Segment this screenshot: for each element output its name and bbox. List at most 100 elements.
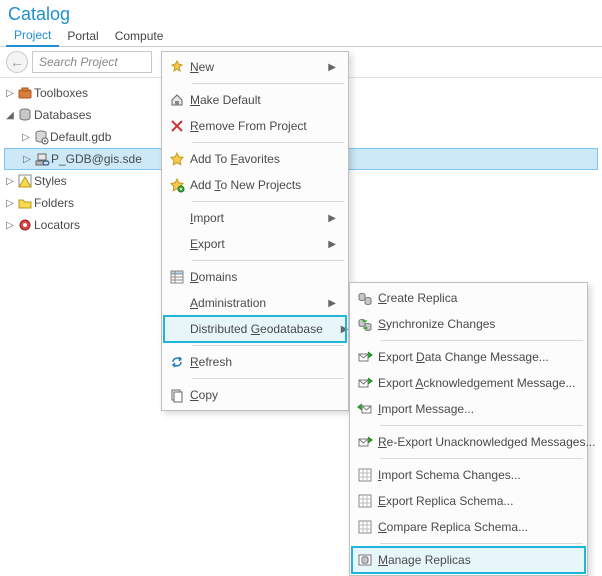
- message-out-icon: [352, 434, 378, 450]
- menu-import-message[interactable]: Import Message...: [352, 396, 585, 422]
- menu-import-schema-changes[interactable]: Import Schema Changes...: [352, 462, 585, 488]
- expand-icon[interactable]: ▷: [4, 198, 16, 209]
- sde-icon: [33, 151, 51, 167]
- menu-label: Export Acknowledgement Message...: [378, 376, 593, 390]
- menu-label: Distributed Geodatabase: [190, 322, 341, 336]
- tree-label: Toolboxes: [34, 86, 88, 100]
- menu-label: Create Replica: [378, 291, 575, 305]
- menu-manage-replicas[interactable]: Manage Replicas: [352, 547, 585, 573]
- menu-administration[interactable]: Administration ▶: [164, 290, 346, 316]
- star-plus-icon: [164, 177, 190, 193]
- tab-compute[interactable]: Compute: [107, 27, 172, 46]
- expand-icon[interactable]: ▷: [4, 220, 16, 231]
- remove-icon: [164, 118, 190, 134]
- menu-label: Export Data Change Message...: [378, 350, 575, 364]
- menu-label: Manage Replicas: [378, 553, 575, 567]
- message-out-icon: [352, 375, 378, 391]
- replica-icon: [352, 290, 378, 306]
- message-out-icon: [352, 349, 378, 365]
- submenu-arrow-icon: ▶: [326, 213, 336, 224]
- menu-label: Administration: [190, 296, 326, 310]
- collapse-icon[interactable]: ◢: [4, 110, 16, 121]
- nav-back-button[interactable]: ←: [6, 51, 28, 73]
- star-icon: [164, 151, 190, 167]
- menu-label: Export: [190, 237, 326, 251]
- toolbox-icon: [16, 85, 34, 101]
- expand-icon[interactable]: ▷: [21, 154, 33, 165]
- menu-distributed-geodatabase[interactable]: Distributed Geodatabase ▶: [164, 316, 346, 342]
- menu-export-replica-schema[interactable]: Export Replica Schema...: [352, 488, 585, 514]
- gdb-icon: [32, 129, 50, 145]
- expand-icon[interactable]: ▷: [20, 132, 32, 143]
- menu-export[interactable]: Export ▶: [164, 231, 346, 257]
- sync-icon: [352, 316, 378, 332]
- menu-synchronize-changes[interactable]: Synchronize Changes: [352, 311, 585, 337]
- submenu-arrow-icon: ▶: [326, 239, 336, 250]
- locator-icon: [16, 217, 34, 233]
- menu-label: Remove From Project: [190, 119, 336, 133]
- menu-make-default[interactable]: Make Default: [164, 87, 346, 113]
- submenu-arrow-icon: ▶: [326, 298, 336, 309]
- separator: [192, 260, 344, 261]
- menu-copy[interactable]: Copy: [164, 382, 346, 408]
- tree-label: P_GDB@gis.sde: [51, 152, 142, 166]
- menu-label: Make Default: [190, 93, 336, 107]
- menu-compare-replica-schema[interactable]: Compare Replica Schema...: [352, 514, 585, 540]
- context-menu-database: New ▶ Make Default Remove From Project A…: [161, 51, 349, 411]
- schema-icon: [352, 467, 378, 483]
- separator: [192, 345, 344, 346]
- menu-import[interactable]: Import ▶: [164, 205, 346, 231]
- menu-create-replica[interactable]: Create Replica: [352, 285, 585, 311]
- separator: [380, 425, 583, 426]
- separator: [192, 142, 344, 143]
- menu-label: Compare Replica Schema...: [378, 520, 575, 534]
- schema-icon: [352, 493, 378, 509]
- tab-project[interactable]: Project: [6, 26, 59, 47]
- separator: [380, 543, 583, 544]
- expand-icon[interactable]: ▷: [4, 176, 16, 187]
- search-placeholder: Search Project: [39, 55, 118, 69]
- tab-portal[interactable]: Portal: [59, 27, 106, 46]
- tree-label: Databases: [34, 108, 91, 122]
- folder-icon: [16, 195, 34, 211]
- menu-label: Synchronize Changes: [378, 317, 575, 331]
- panel-title: Catalog: [0, 0, 602, 25]
- manage-replicas-icon: [352, 552, 378, 568]
- separator: [380, 340, 583, 341]
- domains-icon: [164, 269, 190, 285]
- menu-label: Import Schema Changes...: [378, 468, 575, 482]
- menu-remove[interactable]: Remove From Project: [164, 113, 346, 139]
- menu-label: Import Message...: [378, 402, 575, 416]
- separator: [380, 458, 583, 459]
- menu-label: Domains: [190, 270, 336, 284]
- message-in-icon: [352, 401, 378, 417]
- search-input[interactable]: Search Project: [32, 51, 152, 73]
- copy-icon: [164, 387, 190, 403]
- menu-export-acknowledgement-message[interactable]: Export Acknowledgement Message...: [352, 370, 585, 396]
- style-icon: [16, 173, 34, 189]
- submenu-distributed-geodatabase: Create Replica Synchronize Changes Expor…: [349, 282, 588, 576]
- menu-domains[interactable]: Domains: [164, 264, 346, 290]
- menu-label: Add To New Projects: [190, 178, 336, 192]
- menu-label: Export Replica Schema...: [378, 494, 575, 508]
- tree-label: Styles: [34, 174, 67, 188]
- menu-add-favorites[interactable]: Add To Favorites: [164, 146, 346, 172]
- menu-refresh[interactable]: Refresh: [164, 349, 346, 375]
- menu-add-new-projects[interactable]: Add To New Projects: [164, 172, 346, 198]
- menu-label: Refresh: [190, 355, 336, 369]
- menu-label: Import: [190, 211, 326, 225]
- expand-icon[interactable]: ▷: [4, 88, 16, 99]
- separator: [192, 378, 344, 379]
- menu-label: Re-Export Unacknowledged Messages...: [378, 435, 602, 449]
- submenu-arrow-icon: ▶: [341, 324, 349, 335]
- tree-label: Default.gdb: [50, 130, 111, 144]
- separator: [192, 83, 344, 84]
- menu-label: Copy: [190, 388, 336, 402]
- menu-label: New: [190, 60, 326, 74]
- database-icon: [16, 107, 34, 123]
- menu-reexport-unacknowledged[interactable]: Re-Export Unacknowledged Messages...: [352, 429, 585, 455]
- menu-export-data-change-message[interactable]: Export Data Change Message...: [352, 344, 585, 370]
- menu-new[interactable]: New ▶: [164, 54, 346, 80]
- separator: [192, 201, 344, 202]
- tree-label: Folders: [34, 196, 74, 210]
